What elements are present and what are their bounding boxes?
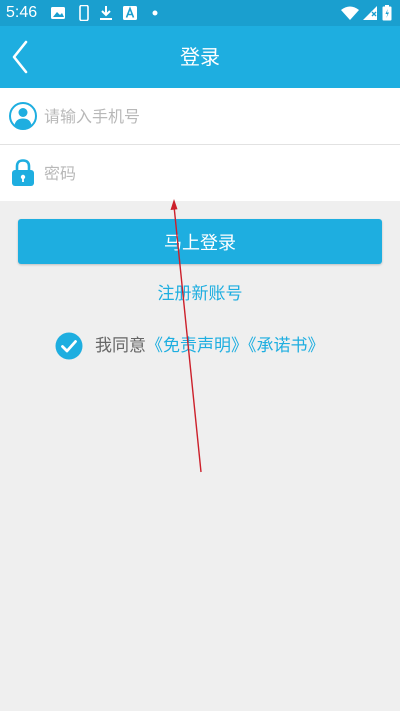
agreement-text: 我同意《免责声明》《承诺书》 [95, 334, 325, 358]
download-icon [100, 6, 112, 20]
battery-icon [382, 5, 392, 21]
password-input[interactable] [44, 158, 384, 188]
status-bar: 5:46 [0, 0, 400, 26]
commitment-link[interactable]: 《承诺书》 [248, 336, 325, 356]
phone-icon [79, 5, 89, 21]
app-bar: 登录 [0, 26, 400, 88]
wifi-icon [341, 6, 359, 20]
user-icon [9, 102, 37, 130]
phone-row [0, 88, 400, 145]
check-circle-icon[interactable] [55, 332, 83, 360]
phone-input[interactable] [44, 101, 384, 131]
lock-icon [12, 159, 34, 186]
dot-icon [152, 10, 158, 16]
disclaimer-link[interactable]: 《免责声明》 [146, 336, 248, 356]
register-link[interactable]: 注册新账号 [0, 282, 400, 306]
signal-icon [363, 6, 377, 20]
password-row [0, 145, 400, 201]
status-time: 5:46 [6, 4, 38, 21]
agreement-prefix: 我同意 [95, 336, 146, 356]
login-form [0, 88, 400, 201]
page-title: 登录 [180, 45, 220, 69]
font-icon [123, 6, 137, 20]
login-button[interactable]: 马上登录 [18, 219, 382, 264]
image-icon [51, 7, 65, 19]
